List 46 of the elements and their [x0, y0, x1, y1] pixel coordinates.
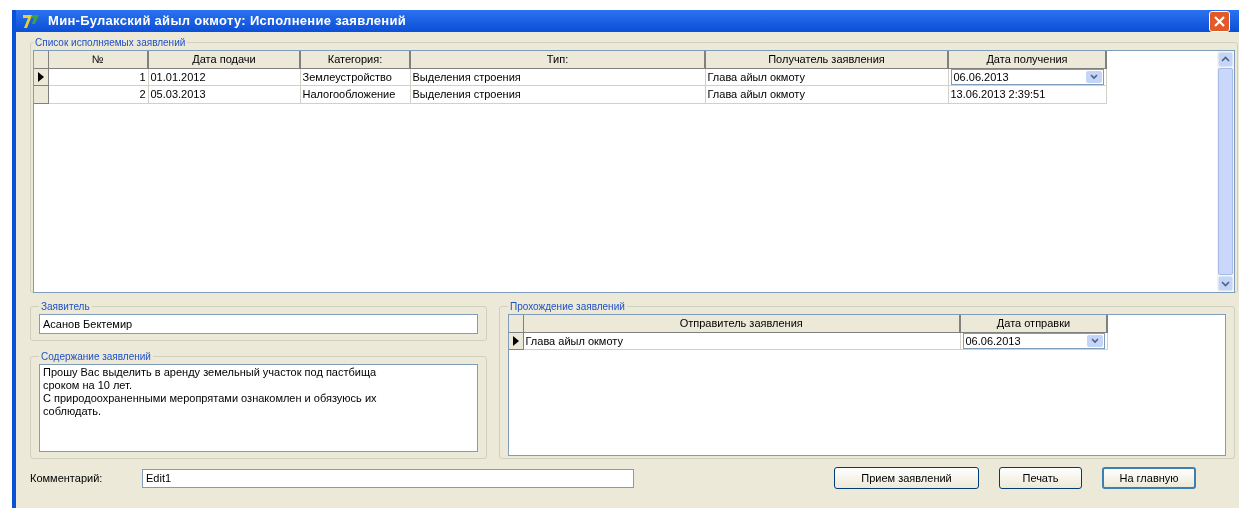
group-caption: Список исполняемых заявлений [34, 36, 187, 50]
comment-label: Комментарий: [30, 470, 104, 486]
group-caption: Прохождение заявлений [509, 300, 626, 314]
table-cell: Глава айыл окмоту [707, 70, 805, 83]
column-header[interactable]: Тип: [410, 51, 705, 68]
scroll-up-icon [1218, 52, 1233, 67]
column-header[interactable]: Категория: [300, 51, 410, 68]
dropdown-icon[interactable] [1085, 70, 1102, 83]
scroll-thumb[interactable] [1218, 68, 1233, 275]
content-paragraph: Прошу Вас выделить в аренду земельный участок под пастбища сроком на 10 лет. [43, 366, 378, 392]
column-header[interactable]: Дата подачи [148, 51, 300, 68]
column-header[interactable]: Отправитель заявления [523, 315, 960, 332]
date-combo-box[interactable]: 06.06.2013 [962, 332, 1105, 349]
group-caption: Заявитель [40, 300, 91, 314]
table-cell: Глава айыл окмоту [525, 334, 623, 347]
close-button[interactable] [1209, 10, 1230, 32]
table-cell: Землеустройство [302, 70, 392, 83]
action-button[interactable]: На главную [1102, 467, 1196, 489]
action-button[interactable]: Печать [999, 467, 1082, 489]
date-value: 06.06.2013 [965, 333, 1021, 349]
app-logo-icon [22, 13, 40, 29]
window-title: Мин-Булакский айыл окмоту: Исполнение заявлений [48, 12, 407, 31]
dropdown-icon[interactable] [1086, 334, 1103, 347]
table-cell: Налогообложение [302, 88, 396, 100]
date-value: 06.06.2013 [953, 69, 1009, 85]
action-button[interactable]: Прием заявлений [834, 467, 979, 489]
table-cell: Глава айыл окмоту [707, 88, 805, 100]
table-cell: 1 [139, 70, 146, 83]
column-header[interactable]: Дата отправки [960, 315, 1107, 332]
comment-field[interactable]: Edit1 [142, 468, 634, 488]
table-cell: 2 [139, 88, 146, 100]
scrollbar[interactable] [1217, 51, 1234, 292]
table-cell: 01.01.2012 [150, 70, 206, 83]
column-header[interactable]: Получатель заявления [705, 51, 948, 68]
scroll-down-icon [1218, 276, 1233, 291]
table-cell: 13.06.2013 2:39:51 [950, 88, 1046, 100]
date-combo-box[interactable]: 06.06.2013 [950, 68, 1104, 85]
column-header[interactable]: № [48, 51, 148, 68]
group-caption: Содержание заявлений [40, 350, 152, 364]
table-cell: Выделения строения [412, 88, 521, 100]
table-cell: 05.03.2013 [150, 88, 206, 100]
content-paragraph: С природоохраненными меропрятами ознакомлен и обязуюсь их соблюдать. [43, 392, 378, 418]
column-header[interactable]: Дата получения [948, 51, 1106, 68]
applicant-field[interactable]: Асанов Бектемир [39, 314, 478, 334]
table-cell: Выделения строения [412, 70, 521, 83]
close-icon [1214, 15, 1225, 27]
